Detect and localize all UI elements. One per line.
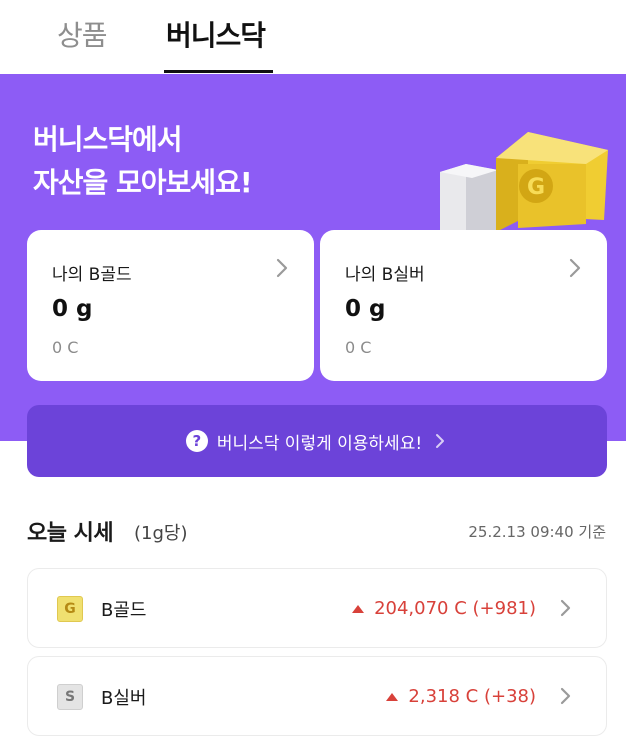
my-bsilver-weight: 0 g — [345, 296, 386, 322]
my-bgold-weight: 0 g — [52, 296, 93, 322]
svg-text:G: G — [527, 175, 545, 200]
my-bsilver-label: 나의 B실버 — [345, 265, 425, 285]
question-icon: ? — [185, 430, 208, 452]
chevron-right-icon — [276, 258, 288, 278]
chevron-right-icon — [560, 687, 571, 705]
market-unit: (1g당) — [134, 523, 188, 544]
chevron-right-icon — [436, 434, 445, 448]
hero-title-line1: 버니스닥에서 — [33, 123, 183, 156]
price-row-value: 204,070 C (+981) — [352, 598, 536, 619]
my-bgold-coin: 0 C — [52, 338, 79, 357]
price-row-bsilver[interactable]: S B실버 2,318 C (+38) — [27, 656, 607, 736]
price-row-value: 2,318 C (+38) — [386, 686, 536, 707]
price-row-bgold[interactable]: G B골드 204,070 C (+981) — [27, 568, 607, 648]
up-triangle-icon — [352, 604, 365, 613]
my-bgold-label: 나의 B골드 — [52, 265, 132, 285]
hero-title: 버니스닥에서 자산을 모아보세요! — [33, 118, 253, 204]
gold-badge-icon: G — [57, 596, 83, 622]
silver-badge-icon: S — [57, 684, 83, 710]
market-title: 오늘 시세 — [27, 521, 114, 546]
my-bgold-card[interactable]: 나의 B골드 0 g 0 C — [27, 230, 314, 381]
my-bsilver-card[interactable]: 나의 B실버 0 g 0 C — [320, 230, 607, 381]
price-row-name: B골드 — [101, 600, 147, 621]
price-row-price-text: 204,070 C (+981) — [374, 598, 536, 619]
price-row-price-text: 2,318 C (+38) — [408, 686, 536, 707]
hero-title-line2: 자산을 모아보세요! — [33, 166, 253, 199]
active-tab-indicator — [164, 70, 273, 73]
tab-products[interactable]: 상품 — [57, 14, 108, 54]
price-row-name: B실버 — [101, 688, 147, 709]
usage-guide-label: 버니스닥 이렇게 이용하세요! — [216, 433, 423, 454]
up-triangle-icon — [386, 692, 399, 701]
top-tab-bar: 상품 버니스닥 — [0, 0, 626, 74]
my-bsilver-coin: 0 C — [345, 338, 372, 357]
hero-banner: 버니스닥에서 자산을 모아보세요! G 나의 B골드 0 g 0 C 나의 B실… — [0, 74, 626, 441]
chevron-right-icon — [560, 599, 571, 617]
chevron-right-icon — [569, 258, 581, 278]
gold-silver-bars-illustration: G — [440, 132, 608, 232]
market-timestamp: 25.2.13 09:40 기준 — [468, 523, 606, 541]
tab-bunnysdaq[interactable]: 버니스닥 — [166, 14, 266, 54]
usage-guide-button[interactable]: ? 버니스닥 이렇게 이용하세요! — [27, 405, 607, 477]
